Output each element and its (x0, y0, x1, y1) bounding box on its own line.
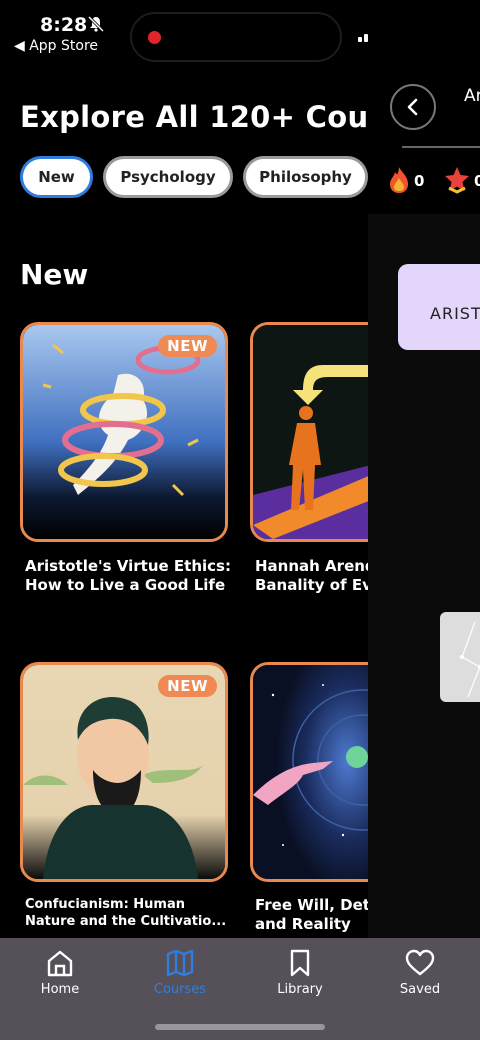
chevron-left-icon (407, 98, 418, 116)
course-title-line: Hannah Arend (255, 557, 368, 575)
course-title-line: and Reality (255, 915, 351, 933)
panel-back-button[interactable] (390, 84, 436, 130)
tab-label: Courses (153, 982, 207, 997)
course-card-aristotle[interactable]: NEW (20, 322, 228, 542)
course-title-line: Free Will, Det (255, 896, 368, 914)
course-card-arendt[interactable] (250, 322, 368, 542)
course-title-arendt: Hannah Arend Banality of Ev (255, 557, 368, 595)
filter-chip-new[interactable]: New (20, 156, 93, 198)
course-title-free-will: Free Will, Det and Reality (255, 896, 368, 934)
star-count: 0 (474, 172, 480, 190)
tab-home[interactable]: Home (10, 948, 110, 997)
course-title-line: Nature and the Cultivatio... (25, 914, 227, 929)
panel-title: Ar (464, 86, 480, 106)
tab-label: Home (40, 982, 80, 997)
panel-divider (402, 146, 480, 148)
free-will-illustration (253, 665, 368, 879)
filter-chip-psychology[interactable]: Psychology (103, 156, 233, 198)
heart-icon (405, 949, 435, 976)
course-title-line: How to Live a Good Life (25, 576, 226, 594)
aristotle-illustration (23, 325, 225, 539)
tab-saved[interactable]: Saved (370, 948, 470, 997)
home-indicator (155, 1024, 325, 1030)
course-title-aristotle: Aristotle's Virtue Ethics: How to Live a… (25, 557, 233, 595)
course-cover-card[interactable]: ARIST (398, 264, 480, 350)
course-title-confucianism: Confucianism: Human Nature and the Culti… (25, 896, 233, 930)
course-cover-text: ARIST (430, 304, 480, 323)
map-icon (166, 949, 194, 977)
filter-chip-philosophy[interactable]: Philosophy (243, 156, 368, 198)
status-time: 8:28 (40, 14, 88, 36)
tab-courses[interactable]: Courses (130, 948, 230, 997)
bookmark-icon (290, 949, 310, 977)
tab-library[interactable]: Library (250, 948, 350, 997)
new-badge: NEW (158, 675, 217, 697)
course-title-line: Banality of Ev (255, 576, 368, 594)
page-title: Explore All 120+ Cours (20, 100, 401, 134)
tab-label: Library (277, 982, 323, 997)
constellation-card[interactable] (440, 612, 480, 702)
course-card-confucianism[interactable]: NEW (20, 662, 228, 882)
fire-icon (390, 167, 408, 193)
section-title: New (20, 258, 89, 291)
bottom-tab-bar: Home Courses Library Saved (0, 938, 480, 1040)
new-badge: NEW (158, 335, 217, 357)
recording-dot (148, 31, 161, 44)
dynamic-island (130, 12, 342, 62)
home-icon (47, 950, 73, 977)
constellation-icon (460, 621, 480, 698)
course-title-line: Aristotle's Virtue Ethics: (25, 557, 231, 575)
course-detail-panel: Ar 0 0 ARIST (368, 0, 480, 940)
star-icon (445, 167, 469, 194)
course-title-line: Confucianism: Human (25, 897, 185, 912)
arendt-illustration (253, 325, 368, 539)
course-card-free-will[interactable] (250, 662, 368, 882)
streak-count: 0 (414, 172, 425, 190)
confucius-illustration (23, 665, 225, 879)
silent-bell-icon (88, 16, 104, 32)
back-to-app-store-link[interactable]: ◀ App Store (14, 38, 98, 54)
tab-label: Saved (399, 982, 441, 997)
